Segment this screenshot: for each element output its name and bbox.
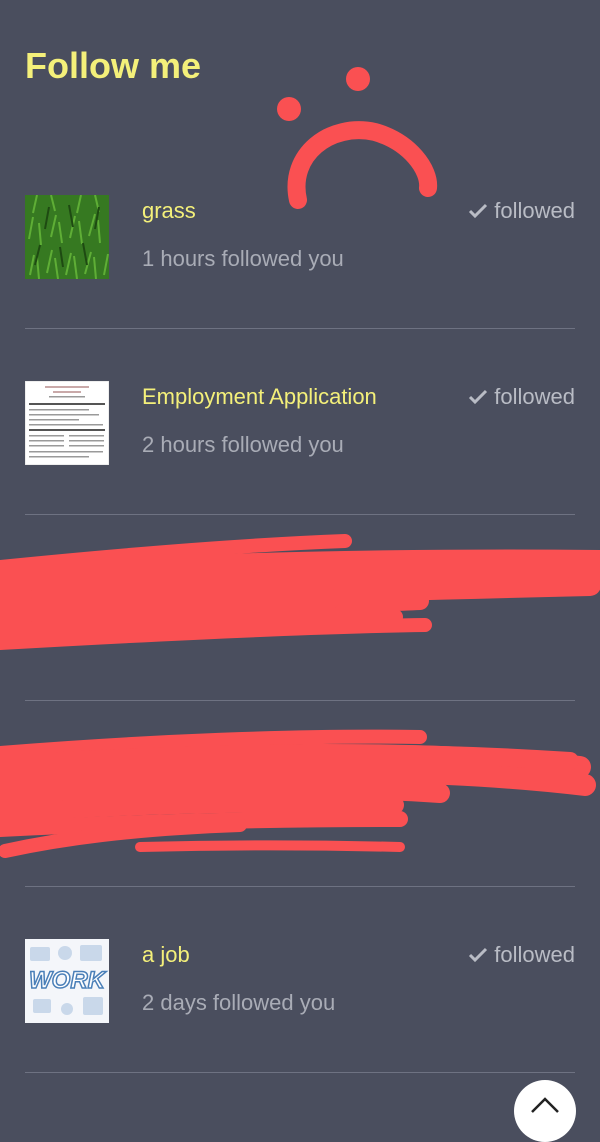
grass-image xyxy=(25,195,109,279)
check-icon xyxy=(468,389,488,405)
scroll-to-top-button[interactable] xyxy=(514,1080,576,1142)
list-item[interactable]: WORK a job 2 days followed you followed xyxy=(25,887,575,1073)
list-item-redacted[interactable] xyxy=(0,515,600,701)
list-item[interactable]: Employment Application 2 hours followed … xyxy=(25,329,575,515)
follower-list: grass 1 hours followed you followed Empl… xyxy=(0,143,600,1073)
list-item-redacted[interactable] xyxy=(0,701,596,887)
followed-label: followed xyxy=(494,198,575,223)
list-item[interactable]: grass 1 hours followed you followed xyxy=(25,143,575,329)
follower-name[interactable]: Employment Application xyxy=(142,381,377,413)
redaction-scribble xyxy=(0,534,600,650)
follower-name[interactable]: a job xyxy=(142,939,190,971)
followed-button[interactable]: followed xyxy=(468,939,575,971)
document-image xyxy=(25,381,109,465)
follow-time: 1 hours followed you xyxy=(142,246,344,271)
follower-name[interactable]: grass xyxy=(142,195,196,227)
followed-label: followed xyxy=(494,384,575,409)
svg-text:WORK: WORK xyxy=(29,967,107,994)
check-icon xyxy=(468,947,488,963)
page-title: Follow me xyxy=(25,45,202,86)
chevron-up-icon xyxy=(530,1080,560,1142)
check-icon xyxy=(468,203,488,219)
follow-time: 2 days followed you xyxy=(142,990,336,1015)
followed-button[interactable]: followed xyxy=(468,195,575,227)
follow-time: 2 hours followed you xyxy=(142,432,344,457)
followed-label: followed xyxy=(494,942,575,967)
followed-button[interactable]: followed xyxy=(468,381,575,413)
redaction-scribble xyxy=(0,729,596,858)
work-image: WORK xyxy=(25,939,109,1023)
